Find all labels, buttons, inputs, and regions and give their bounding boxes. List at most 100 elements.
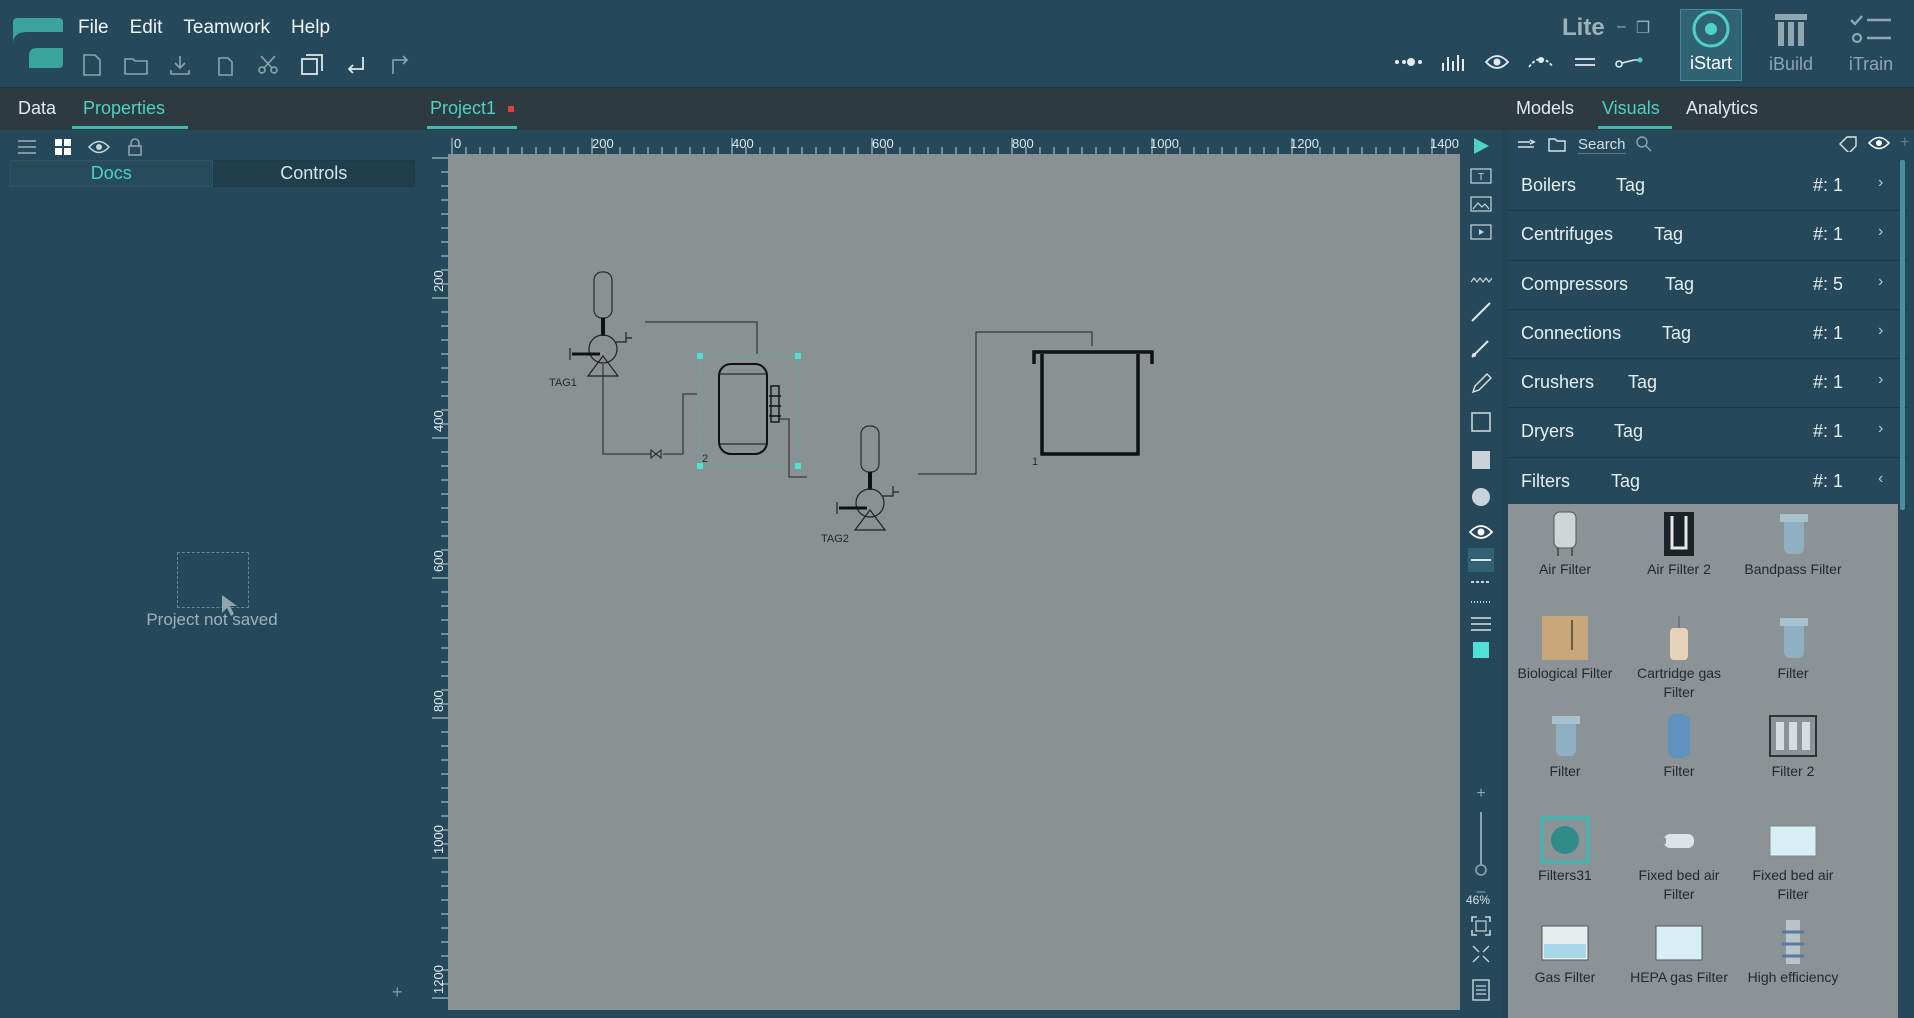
tab-data[interactable]: Data — [18, 98, 56, 119]
gallery-item[interactable]: Filter — [1508, 712, 1622, 781]
image-tool-icon[interactable] — [1468, 192, 1494, 216]
filter-icon — [1768, 614, 1818, 662]
gallery-item[interactable]: Filter — [1736, 614, 1850, 683]
bars-icon[interactable] — [1438, 50, 1468, 74]
restore-icon[interactable]: ❐ — [1636, 18, 1650, 38]
category-filters[interactable]: Filters Tag #: 1 ‹ — [1508, 458, 1908, 508]
search-icon[interactable] — [1636, 136, 1652, 152]
gallery-item[interactable]: Air Filter 2 — [1622, 510, 1736, 579]
fill-color-swatch[interactable] — [1468, 638, 1494, 662]
nodes-icon[interactable] — [1394, 50, 1424, 74]
connector-icon[interactable] — [1614, 50, 1644, 74]
wave-tool-icon[interactable] — [1468, 266, 1494, 290]
text-tool-icon[interactable]: T — [1468, 164, 1494, 188]
undo-icon[interactable] — [342, 51, 370, 79]
gallery-item[interactable]: High efficiency — [1736, 918, 1850, 987]
itrain-button[interactable]: iTrain — [1840, 9, 1902, 81]
diagram-canvas[interactable]: TAG1 2 TAG2 1 — [448, 154, 1460, 1010]
notes-icon[interactable] — [1468, 978, 1494, 1002]
video-tool-icon[interactable] — [1468, 220, 1494, 244]
menu-help[interactable]: Help — [291, 17, 330, 39]
category-boilers[interactable]: Boilers Tag #: 1 › — [1508, 162, 1908, 212]
pump-tag1[interactable] — [569, 271, 632, 377]
tab-analytics[interactable]: Analytics — [1686, 98, 1758, 119]
menu-teamwork[interactable]: Teamwork — [183, 17, 270, 39]
gallery-item[interactable]: Bandpass Filter — [1736, 510, 1850, 579]
gallery-item[interactable]: Cartridge gas Filter — [1622, 614, 1736, 702]
expand-icon[interactable] — [1468, 942, 1494, 966]
vessel-2[interactable] — [697, 353, 801, 469]
visibility-icon[interactable] — [88, 136, 110, 158]
category-count: #: 1 — [1813, 470, 1844, 491]
menu-file[interactable]: File — [78, 17, 109, 39]
preview-eye-icon[interactable] — [1868, 136, 1890, 150]
arc-icon[interactable] — [1526, 50, 1556, 74]
lines-icon[interactable] — [1570, 50, 1600, 74]
pencil-tool-icon[interactable] — [1468, 372, 1494, 396]
filled-rectangle-tool-icon[interactable] — [1468, 448, 1494, 472]
gallery-item[interactable]: Filter — [1622, 712, 1736, 781]
circle-tool-icon[interactable] — [1468, 485, 1494, 509]
line-tool-icon[interactable] — [1468, 300, 1494, 324]
add-icon[interactable]: + — [1900, 134, 1909, 152]
download-icon[interactable] — [166, 51, 194, 79]
redo-icon[interactable] — [386, 51, 414, 79]
gallery-item[interactable]: Filters31 — [1508, 816, 1622, 885]
category-dryers[interactable]: Dryers Tag #: 1 › — [1508, 408, 1908, 458]
fit-screen-icon[interactable] — [1468, 914, 1494, 938]
category-compressors[interactable]: Compressors Tag #: 5 › — [1508, 261, 1908, 310]
category-name: Compressors — [1521, 273, 1629, 294]
new-file-icon[interactable] — [78, 51, 106, 79]
category-crushers[interactable]: Crushers Tag #: 1 › — [1508, 359, 1908, 409]
rectangle-tool-icon[interactable] — [1468, 410, 1494, 434]
search-label[interactable]: Search — [1578, 136, 1626, 154]
eye-tool-icon[interactable] — [1468, 520, 1494, 544]
gallery-item[interactable]: Gas Filter — [1508, 918, 1622, 987]
lock-icon[interactable] — [124, 136, 146, 158]
drop-zone[interactable] — [177, 552, 249, 616]
gallery-item[interactable]: Biological Filter — [1508, 614, 1622, 683]
category-scrollbar[interactable] — [1900, 160, 1905, 510]
gallery-item[interactable]: Fixed bed air Filter — [1622, 816, 1736, 904]
istart-button[interactable]: iStart — [1680, 9, 1742, 81]
zoom-slider[interactable] — [1468, 810, 1494, 880]
library-icon[interactable] — [1516, 138, 1536, 152]
gallery-item[interactable]: Filter 2 — [1736, 712, 1850, 781]
resize-icon[interactable] — [298, 51, 326, 79]
copy-icon[interactable] — [210, 51, 238, 79]
gallery-item[interactable]: HEPA gas Filter — [1622, 918, 1736, 987]
gas-filter-icon — [1540, 918, 1590, 966]
dotted-line-style-icon[interactable] — [1468, 590, 1494, 614]
eye-icon[interactable] — [1482, 50, 1512, 74]
tag-icon[interactable] — [1838, 136, 1858, 152]
open-folder-icon[interactable] — [122, 51, 150, 79]
pump-tag2[interactable] — [836, 425, 899, 531]
subtab-controls[interactable]: Controls — [212, 160, 415, 187]
pen-line-tool-icon[interactable] — [1468, 336, 1494, 360]
minimize-icon[interactable]: – — [1617, 18, 1626, 38]
itrain-icon — [1849, 10, 1893, 50]
list-view-icon[interactable] — [16, 136, 38, 158]
folder-icon[interactable] — [1548, 136, 1566, 152]
menu-edit[interactable]: Edit — [130, 17, 163, 39]
category-connections[interactable]: Connections Tag #: 1 › — [1508, 310, 1908, 360]
tab-properties[interactable]: Properties — [83, 98, 165, 119]
tab-models[interactable]: Models — [1516, 98, 1574, 119]
grid-view-icon[interactable] — [52, 136, 74, 158]
gallery-item[interactable]: Fixed bed air Filter — [1736, 816, 1850, 904]
tank-1[interactable] — [1032, 350, 1154, 456]
scissors-icon[interactable] — [254, 51, 282, 79]
ibuild-button[interactable]: iBuild — [1760, 9, 1822, 81]
line-weight-icon[interactable] — [1468, 612, 1494, 636]
tab-project1[interactable]: Project1 — [430, 98, 496, 119]
solid-line-style-icon[interactable] — [1468, 548, 1494, 572]
gallery-item[interactable]: Air Filter — [1508, 510, 1622, 579]
zoom-in-icon[interactable]: + — [1468, 782, 1494, 806]
play-icon[interactable] — [1468, 134, 1494, 158]
vertical-ruler: 200 400 600 800 1000 1200 — [431, 157, 448, 999]
subtab-docs[interactable]: Docs — [10, 160, 213, 187]
category-centrifuges[interactable]: Centrifuges Tag #: 1 › — [1508, 211, 1908, 261]
add-icon[interactable]: + — [392, 982, 403, 1003]
gallery-label: Filters31 — [1538, 867, 1592, 883]
tab-visuals[interactable]: Visuals — [1602, 98, 1660, 119]
